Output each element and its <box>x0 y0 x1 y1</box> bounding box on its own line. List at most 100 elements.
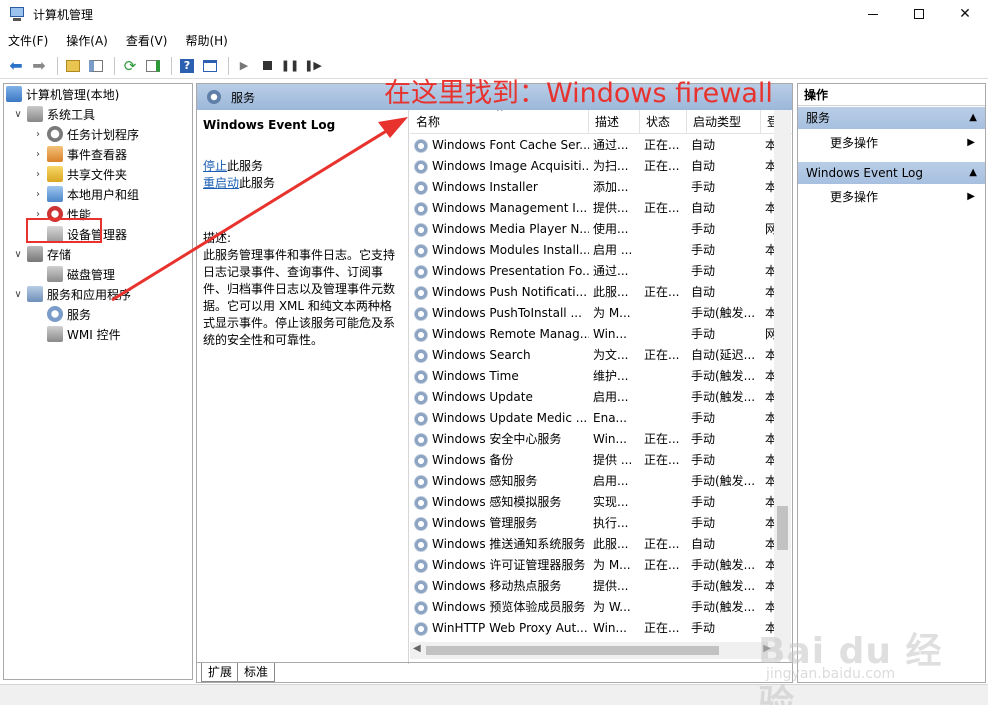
expand-toggle-icon[interactable]: › <box>32 149 44 160</box>
table-row[interactable]: Windows Installer 添加... 手动本 <box>410 177 792 198</box>
clock-icon <box>47 126 63 142</box>
tree-item[interactable]: › 任务计划程序 <box>32 124 139 144</box>
help-button[interactable]: ? <box>177 56 197 76</box>
vertical-scrollbar[interactable] <box>774 110 791 642</box>
table-row[interactable]: Windows Update 启用... 手动(触发... 本 <box>410 387 792 408</box>
pause-service-button[interactable]: ❚❚ <box>280 56 300 76</box>
up-folder-button[interactable] <box>63 56 83 76</box>
maximize-button[interactable] <box>896 0 942 28</box>
more-actions-services[interactable]: 更多操作 ▶ <box>798 132 985 154</box>
minimize-button[interactable] <box>850 0 896 28</box>
table-row[interactable]: Windows Update Medic ... Ena... 手动本 <box>410 408 792 429</box>
table-row[interactable]: Windows 许可证管理器服务为 M... 正在... 手动(触发... 本 <box>410 555 792 576</box>
export-list-button[interactable] <box>143 56 163 76</box>
tab-standard[interactable]: 标准 <box>237 663 276 682</box>
tree-item-label: 事件查看器 <box>67 147 128 162</box>
stop-service-link[interactable]: 停止 <box>203 159 227 173</box>
vertical-scroll-thumb[interactable] <box>777 506 788 550</box>
table-row[interactable]: Windows 管理服务 执行... 手动本 <box>410 513 792 534</box>
tree-item[interactable]: ∨ 系统工具 <box>12 104 95 124</box>
menu-view[interactable]: 查看(V) <box>126 32 168 49</box>
expand-toggle-icon[interactable]: ∨ <box>12 109 24 120</box>
close-button[interactable]: ✕ <box>942 0 988 28</box>
forward-button[interactable]: ➡ <box>29 56 49 76</box>
table-row[interactable]: Windows Presentation Fo... 通过... 手动本 <box>410 261 792 282</box>
table-row[interactable]: Windows 移动热点服务 提供... 手动(触发... 本 <box>410 576 792 597</box>
start-service-button[interactable]: ▶ <box>234 56 254 76</box>
restart-service-button[interactable]: ❚▶ <box>303 56 323 76</box>
table-row[interactable]: Windows Push Notificati... 此服... 正在... 自动本 <box>410 282 792 303</box>
refresh-button[interactable]: ⟳ <box>120 56 140 76</box>
menu-action[interactable]: 操作(A) <box>66 32 108 49</box>
service-description: 此服... <box>593 537 629 551</box>
menu-file[interactable]: 文件(F) <box>8 32 48 49</box>
tree-item[interactable]: 计算机管理(本地) <box>6 84 119 104</box>
table-row[interactable]: Windows 备份 提供 ... 正在... 手动本 <box>410 450 792 471</box>
table-row[interactable]: Windows 预览体验成员服务为 W... 手动(触发... 本 <box>410 597 792 618</box>
expand-toggle-icon[interactable]: › <box>32 129 44 140</box>
tree-item-label: 存储 <box>47 247 72 262</box>
service-name-text: Windows Media Player N... <box>432 222 589 236</box>
table-row[interactable]: Windows Management I... 提供... 正在... 自动本 <box>410 198 792 219</box>
service-startup-type: 手动(触发... <box>691 579 756 593</box>
tree-item[interactable]: ∨ 存储 <box>12 244 71 264</box>
table-row[interactable]: Windows 推送通知系统服务 此服... 正在... 自动本 <box>410 534 792 555</box>
restart-icon: ❚▶ <box>304 59 322 72</box>
scroll-left-icon[interactable]: ◀ <box>413 643 421 654</box>
properties-button[interactable] <box>200 56 220 76</box>
table-row[interactable]: Windows 感知服务 启用... 手动(触发... 本 <box>410 471 792 492</box>
console-tree: 计算机管理(本地) ∨ 系统工具 › 任务计划程序 › 事件查看器 › 共享文件夹 › 本地用户和组… <box>3 83 193 680</box>
column-description[interactable]: 描述 <box>589 110 640 134</box>
horizontal-scrollbar[interactable]: ◀ ▶ <box>410 642 774 659</box>
back-button[interactable]: ⬅ <box>6 56 26 76</box>
service-gear-icon <box>414 201 428 216</box>
expand-toggle-icon[interactable]: › <box>32 189 44 200</box>
service-gear-icon <box>414 264 428 279</box>
column-status[interactable]: 状态 <box>640 110 687 134</box>
tree-item[interactable]: WMI 控件 <box>32 324 121 344</box>
service-startup-type: 手动 <box>691 516 716 530</box>
service-gear-icon <box>414 600 428 615</box>
column-startup-type[interactable]: 启动类型 <box>687 110 761 134</box>
tree-item[interactable]: › 本地用户和组 <box>32 184 139 204</box>
more-actions-event-log[interactable]: 更多操作 ▶ <box>798 186 985 208</box>
service-status <box>640 387 687 408</box>
table-row[interactable]: Windows Time 维护... 手动(触发... 本 <box>410 366 792 387</box>
table-row[interactable]: Windows Media Player N... 使用... 手动网 <box>410 219 792 240</box>
restart-service-link[interactable]: 重启动 <box>203 176 239 190</box>
expand-toggle-icon[interactable]: › <box>32 169 44 180</box>
service-gear-icon <box>414 579 428 594</box>
actions-section-event-log[interactable]: Windows Event Log ▲ <box>798 162 985 184</box>
table-row[interactable]: Windows 安全中心服务 Win... 正在... 手动本 <box>410 429 792 450</box>
table-row[interactable]: Windows Modules Install... 启用 ... 手动本 <box>410 240 792 261</box>
sort-ascending-icon: ^ <box>496 110 504 118</box>
tree-item[interactable]: › 共享文件夹 <box>32 164 127 184</box>
service-status <box>640 513 687 534</box>
table-row[interactable]: Windows Font Cache Ser... 通过... 正在... 自动本 <box>410 135 792 156</box>
table-row[interactable]: Windows Remote Manag... Win... 手动网 <box>410 324 792 345</box>
service-name-text: Windows 管理服务 <box>432 516 538 530</box>
show-hide-tree-button[interactable] <box>86 56 106 76</box>
service-status <box>640 324 687 345</box>
expand-toggle-icon[interactable]: ∨ <box>12 249 24 260</box>
tree-item[interactable]: 服务 <box>32 304 91 324</box>
tab-extended[interactable]: 扩展 <box>201 663 240 682</box>
tree-item[interactable]: 磁盘管理 <box>32 264 115 284</box>
tree-item[interactable]: › 事件查看器 <box>32 144 127 164</box>
table-row[interactable]: Windows PushToInstall ... 为 M... 手动(触发... 本 <box>410 303 792 324</box>
tree-item[interactable]: ∨ 服务和应用程序 <box>12 284 131 304</box>
service-description: Win... <box>593 621 627 635</box>
wmi-icon <box>47 326 63 342</box>
services-table: 名称 ^ 描述 状态 启动类型 登 Windows Font Cache Ser… <box>410 110 792 642</box>
table-row[interactable]: Windows 感知模拟服务 实现... 手动本 <box>410 492 792 513</box>
expand-toggle-icon[interactable]: ∨ <box>12 289 24 300</box>
table-row[interactable]: Windows Search 为文... 正在... 自动(延迟... 本 <box>410 345 792 366</box>
table-row[interactable]: WinHTTP Web Proxy Aut... Win... 正在... 手动本 <box>410 618 792 639</box>
properties-icon <box>203 59 217 72</box>
table-row[interactable]: Windows Image Acquisiti... 为扫... 正在... 自动本 <box>410 156 792 177</box>
menu-help[interactable]: 帮助(H) <box>185 32 227 49</box>
horizontal-scroll-thumb[interactable] <box>426 646 719 655</box>
stop-service-button[interactable] <box>257 56 277 76</box>
actions-title: 操作 <box>798 84 985 106</box>
actions-section-services[interactable]: 服务 ▲ <box>798 107 985 129</box>
